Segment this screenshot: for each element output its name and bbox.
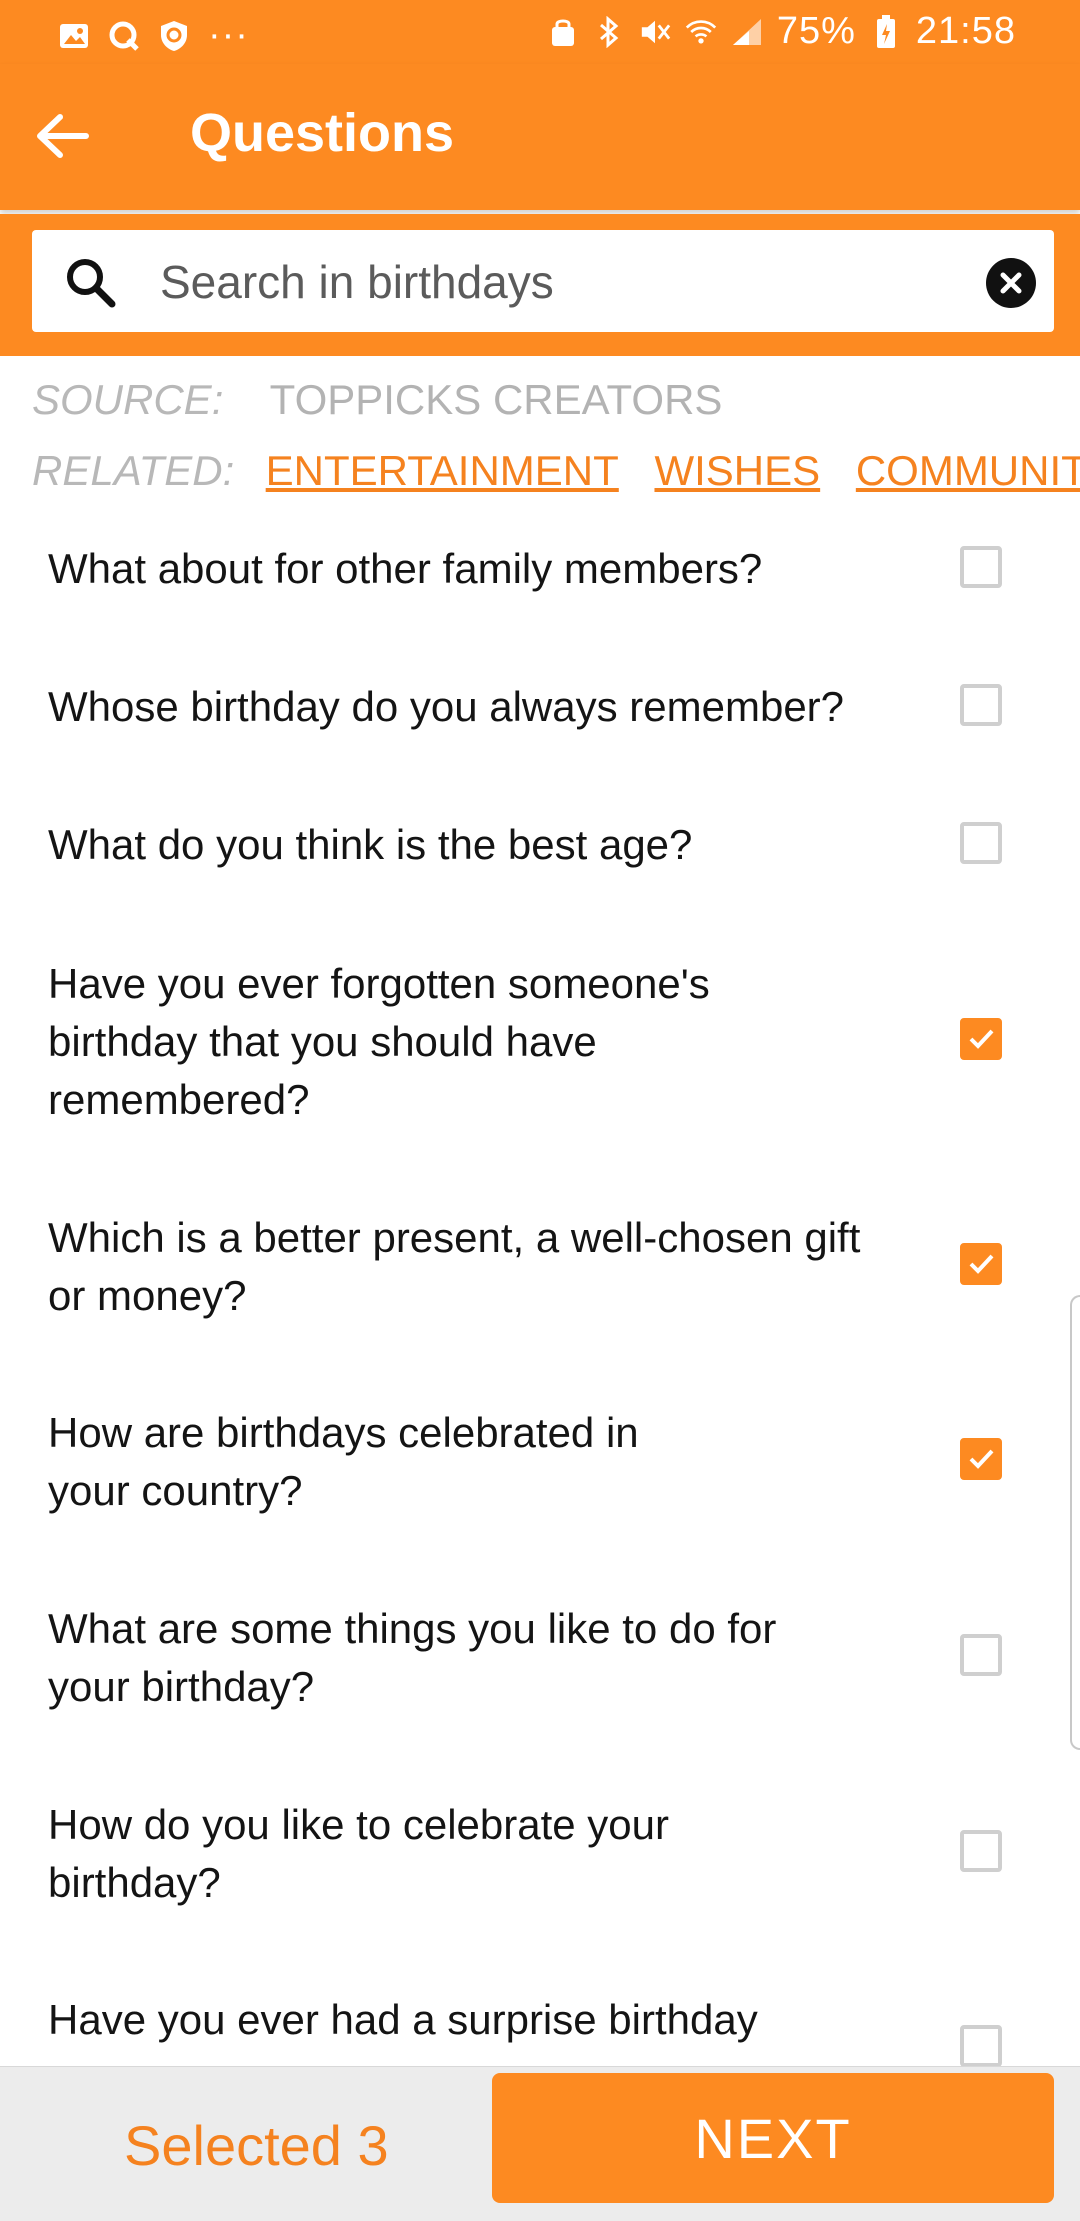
related-link-community[interactable]: COMMUNITY	[856, 447, 1080, 495]
question-checkbox[interactable]	[960, 1438, 1002, 1480]
scrollbar[interactable]	[1070, 1295, 1080, 1750]
checkmark-icon	[969, 1449, 994, 1469]
shield-icon	[158, 20, 190, 52]
bottom-bar: Selected 3 NEXT	[0, 2066, 1080, 2221]
question-text: Have you ever forgotten someone's birthd…	[48, 960, 710, 1123]
mute-icon	[639, 16, 671, 48]
q-app-icon	[108, 20, 140, 52]
battery-percent: 75%	[776, 10, 856, 52]
signal-icon	[731, 16, 763, 48]
next-button[interactable]: NEXT	[492, 2073, 1054, 2203]
bluetooth-icon	[593, 15, 625, 48]
checkmark-icon	[969, 1029, 994, 1049]
app-bar: Questions	[0, 64, 1080, 210]
status-bar-system: 75% 21:58	[547, 10, 1016, 53]
clock: 21:58	[915, 10, 1016, 52]
question-checkbox[interactable]	[960, 2025, 1002, 2067]
question-checkbox[interactable]	[960, 1830, 1002, 1872]
back-button[interactable]	[30, 104, 94, 168]
question-text: Have you ever had a surprise birthday	[48, 1996, 758, 2043]
search-input[interactable]	[158, 246, 982, 318]
source-label: SOURCE:	[32, 376, 224, 423]
wifi-icon	[685, 16, 717, 48]
question-text: What about for other family members?	[48, 545, 763, 592]
page-title: Questions	[190, 103, 455, 163]
question-text: How are birthdays celebrated in your cou…	[48, 1409, 639, 1514]
checkmark-icon	[969, 1254, 994, 1274]
related-link-entertainment[interactable]: ENTERTAINMENT	[266, 447, 619, 495]
more-notifications-dots: ···	[208, 14, 249, 56]
source-value: TOPPICKS CREATORS	[269, 376, 723, 423]
search-box[interactable]	[32, 230, 1054, 332]
question-text: What are some things you like to do for …	[48, 1605, 777, 1710]
related-row: RELATED: ENTERTAINMENT WISHES COMMUNITY	[32, 447, 1080, 495]
related-label: RELATED:	[32, 447, 235, 494]
question-text: What do you think is the best age?	[48, 821, 693, 868]
search-icon	[67, 259, 116, 308]
source-row: SOURCE: TOPPICKS CREATORS	[32, 376, 722, 424]
question-checkbox[interactable]	[960, 1018, 1002, 1060]
clear-search-button[interactable]	[986, 258, 1036, 308]
question-checkbox[interactable]	[960, 1634, 1002, 1676]
status-bar-notifications: ···	[58, 14, 249, 57]
question-checkbox[interactable]	[960, 822, 1002, 864]
question-text: Which is a better present, a well-chosen…	[48, 1214, 861, 1319]
status-bar: ··· 75% 21:58	[0, 0, 1080, 64]
question-checkbox[interactable]	[960, 1243, 1002, 1285]
question-checkbox[interactable]	[960, 684, 1002, 726]
related-link-wishes[interactable]: WISHES	[654, 447, 820, 495]
image-icon	[58, 20, 90, 52]
question-checkbox[interactable]	[960, 546, 1002, 588]
recycle-lock-icon	[547, 16, 579, 48]
question-text: Whose birthday do you always remember?	[48, 683, 845, 730]
search-bar-container	[0, 214, 1080, 356]
arrow-left-icon	[37, 114, 89, 158]
question-text: How do you like to celebrate your birthd…	[48, 1801, 669, 1906]
close-icon	[1000, 272, 1022, 294]
battery-charging-icon	[870, 14, 902, 48]
selected-count: Selected 3	[124, 2114, 389, 2177]
